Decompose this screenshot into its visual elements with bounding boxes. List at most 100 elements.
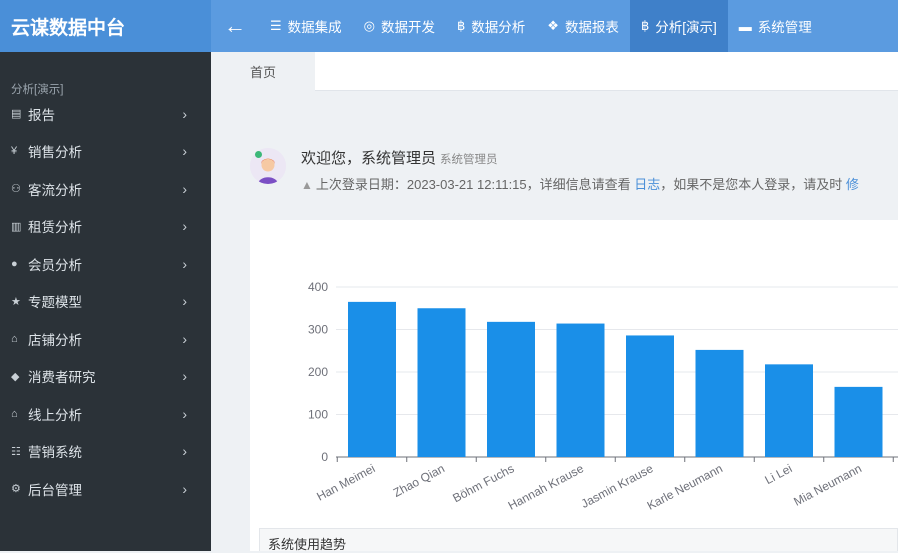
sidebar-item-lease-analysis[interactable]: ▥ 租赁分析 ›: [0, 208, 211, 246]
sidebar-item-label: 销售分析: [28, 145, 82, 161]
sidebar-item-label: 后台管理: [28, 482, 82, 498]
bar: [695, 349, 744, 457]
chevron-right-icon: ›: [182, 218, 187, 235]
sidebar-item-label: 会员分析: [28, 257, 82, 273]
y-tick-label: 0: [321, 450, 328, 464]
tab-home[interactable]: 首页: [211, 52, 315, 91]
bank-icon: ⌂: [11, 332, 18, 345]
nav-item-label: 数据开发: [381, 20, 435, 35]
sidebar-item-topic-model[interactable]: ★ 专题模型 ›: [0, 283, 211, 321]
nav-item-label: 数据集成: [287, 20, 342, 35]
cubes-icon: ❖: [547, 18, 559, 33]
nav-item-label: 分析[演示]: [655, 20, 717, 35]
y-tick-label: 400: [308, 280, 328, 294]
welcome-greeting: 欢迎您，系统管理员 系统管理员: [301, 147, 498, 168]
y-tick-label: 300: [308, 323, 328, 337]
sitemap-icon: ☷: [11, 445, 21, 458]
bar: [487, 321, 535, 457]
last-login-info: ▲ 上次登录日期：2023-03-21 12:11:15，详细信息请查看 日志，如…: [301, 174, 859, 193]
bar: [417, 308, 466, 457]
chevron-right-icon: ›: [182, 405, 187, 422]
keyboard-icon: ▬: [738, 18, 752, 34]
x-tick-label: Hannah Krause: [506, 461, 586, 513]
gear-icon: ⚙: [11, 483, 21, 496]
tab-bar: 首页: [211, 52, 898, 91]
bar: [765, 364, 813, 457]
chevron-right-icon: ›: [182, 255, 187, 272]
database-icon: ☰: [270, 18, 282, 33]
chevron-right-icon: ›: [182, 293, 187, 310]
last-login-prefix: 上次登录日期：2023-03-21 12:11:15，详细信息请查看: [315, 177, 631, 192]
sidebar-item-sales-analysis[interactable]: ¥ 销售分析 ›: [0, 133, 211, 171]
sidebar-item-label: 专题模型: [28, 295, 82, 311]
online-status-dot: [255, 151, 262, 158]
arrow-left-icon[interactable]: ←: [211, 0, 259, 52]
book-icon: ▤: [11, 108, 22, 121]
users-icon: ⚇: [11, 183, 21, 196]
bar: [834, 386, 883, 457]
bank-icon: ⌂: [11, 407, 18, 420]
x-tick-label: Han Meimei: [314, 461, 377, 503]
chevron-right-icon: ›: [182, 443, 187, 460]
sidebar-item-label: 店铺分析: [28, 332, 82, 348]
sidebar-item-label: 报告: [28, 107, 55, 123]
user-icon: ●: [11, 257, 18, 270]
bar: [556, 323, 605, 457]
bar-chart: 0 100 200 300 400 Han Meimei Zhao Qian Böhm Fuc…: [308, 280, 898, 513]
nav-item-label: 数据报表: [564, 20, 619, 35]
sidebar-item-report[interactable]: ▤ 报告 ›: [0, 95, 211, 133]
sidebar: 分析[演示] ▤ 报告 › ¥ 销售分析 › ⚇ 客流分析 › ▥ 租赁分析 ›…: [0, 52, 211, 551]
bitcoin-icon: ฿: [640, 18, 650, 33]
nav-item-label: 系统管理: [757, 20, 812, 35]
sidebar-item-label: 营销系统: [28, 445, 82, 461]
role-label: 系统管理员: [440, 154, 498, 166]
bar: [626, 335, 674, 457]
app-title: 云谋数据中台: [0, 0, 211, 52]
y-tick-label: 100: [308, 408, 328, 422]
x-tick-label: Karle Neumann: [645, 461, 725, 513]
yen-icon: ¥: [11, 145, 18, 158]
sidebar-item-store-analysis[interactable]: ⌂ 店铺分析 ›: [0, 320, 211, 358]
chevron-right-icon: ›: [182, 180, 187, 197]
nav-item-data-integration[interactable]: ☰ 数据集成: [259, 0, 353, 52]
nav-item-label: 数据分析: [471, 20, 526, 35]
x-tick-label: Böhm Fuchs: [450, 461, 516, 505]
sidebar-item-label: 线上分析: [28, 407, 82, 423]
usage-trend-title: 系统使用趋势: [259, 528, 898, 552]
x-tick-label: Mia Neumann: [791, 461, 864, 508]
nav-item-system-management[interactable]: ▬ 系统管理: [728, 0, 823, 52]
sidebar-item-traffic-analysis[interactable]: ⚇ 客流分析 ›: [0, 170, 211, 208]
sidebar-item-member-analysis[interactable]: ● 会员分析 ›: [0, 245, 211, 283]
x-tick-label: Li Lei: [763, 461, 795, 487]
top-navigation: ← ☰ 数据集成 ◎ 数据开发 ฿ 数据分析 ❖ 数据报表 ฿ 分析[演示] ▬…: [211, 0, 898, 52]
y-tick-label: 200: [308, 365, 328, 379]
greeting-text: 欢迎您，系统管理员: [301, 150, 437, 167]
globe-icon: ◎: [363, 18, 375, 33]
star-icon: ★: [11, 295, 21, 308]
chevron-right-icon: ›: [182, 330, 187, 347]
nav-item-data-development[interactable]: ◎ 数据开发: [353, 0, 446, 52]
modify-password-link[interactable]: 修: [846, 177, 859, 192]
nav-item-data-reports[interactable]: ❖ 数据报表: [536, 0, 630, 52]
sidebar-section-title: 分析[演示]: [11, 84, 64, 96]
file-icon: ▥: [11, 220, 22, 233]
sidebar-item-admin[interactable]: ⚙ 后台管理 ›: [0, 470, 211, 508]
sidebar-item-online-analysis[interactable]: ⌂ 线上分析 ›: [0, 395, 211, 433]
tags-icon: ◆: [11, 370, 20, 383]
nav-item-data-analysis[interactable]: ฿ 数据分析: [446, 0, 536, 52]
x-tick-label: Jasmin Krause: [579, 461, 656, 511]
log-link[interactable]: 日志: [634, 177, 660, 192]
bitcoin-icon: ฿: [457, 18, 466, 33]
nav-item-analysis-demo[interactable]: ฿ 分析[演示]: [629, 0, 728, 52]
bar: [348, 301, 396, 457]
chevron-right-icon: ›: [182, 143, 187, 160]
bell-icon: ▲: [301, 178, 313, 192]
x-tick-label: Zhao Qian: [391, 461, 447, 500]
sidebar-item-label: 客流分析: [28, 182, 82, 198]
sidebar-item-consumer-research[interactable]: ◆ 消费者研究 ›: [0, 358, 211, 396]
chart-card: 0 100 200 300 400 Han Meimei Zhao Qian Böhm Fuc…: [250, 220, 898, 551]
sidebar-item-label: 租赁分析: [28, 220, 82, 236]
chevron-right-icon: ›: [182, 105, 187, 122]
sidebar-item-label: 消费者研究: [28, 370, 96, 386]
sidebar-item-marketing-system[interactable]: ☷ 营销系统 ›: [0, 433, 211, 471]
